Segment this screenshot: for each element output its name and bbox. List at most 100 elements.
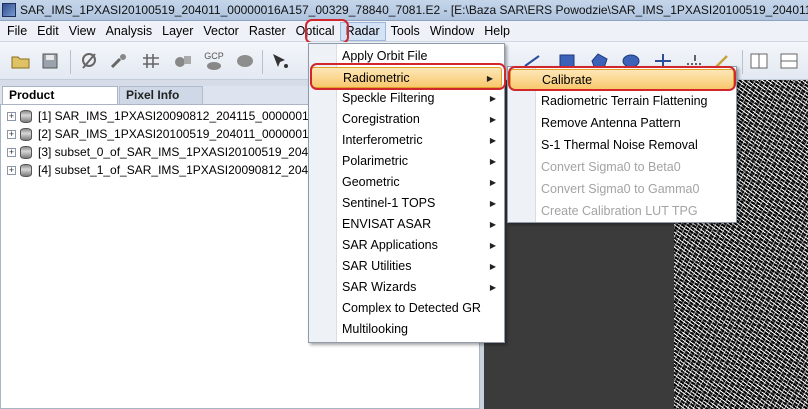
menu-item-label: Apply Orbit File — [342, 49, 428, 63]
toolbar-separator — [742, 50, 743, 74]
menu-item-sar-applications[interactable]: SAR Applications ▶ — [309, 235, 504, 256]
window-title: SAR_IMS_1PXASI20100519_204011_00000016A1… — [20, 3, 808, 17]
menu-tools[interactable]: Tools — [386, 22, 425, 41]
menu-item-apply-orbit-file[interactable]: Apply Orbit File — [309, 46, 504, 67]
submenu-arrow-icon: ▶ — [489, 178, 496, 187]
menu-layer[interactable]: Layer — [157, 22, 198, 41]
menu-item-polarimetric[interactable]: Polarimetric ▶ — [309, 151, 504, 172]
app-icon — [2, 3, 16, 17]
menu-item-label: Radiometric Terrain Flattening — [541, 94, 708, 108]
expand-icon[interactable]: + — [7, 165, 16, 175]
menu-item-interferometric[interactable]: Interferometric ▶ — [309, 130, 504, 151]
submenu-arrow-icon: ▶ — [486, 74, 493, 83]
menu-item-label: SAR Wizards — [342, 280, 417, 294]
expand-icon[interactable]: + — [7, 147, 16, 157]
radar-menu: Apply Orbit File Radiometric ▶ Speckle Fi… — [308, 43, 505, 343]
menu-radar[interactable]: Radar — [339, 21, 386, 41]
menu-item-label: Radiometric — [343, 71, 410, 85]
select-tool-icon[interactable] — [270, 50, 292, 72]
menu-item-label: Coregistration — [342, 112, 420, 126]
menu-item-label: Convert Sigma0 to Beta0 — [541, 160, 681, 174]
submenu-arrow-icon: ▶ — [489, 262, 496, 271]
menu-item-label: SAR Applications — [342, 238, 438, 252]
product-label: [2] SAR_IMS_1PXASI20100519_204011_000000… — [38, 127, 331, 141]
open-folder-icon[interactable] — [10, 50, 32, 72]
menu-analysis[interactable]: Analysis — [101, 22, 158, 41]
menu-raster[interactable]: Raster — [244, 22, 291, 41]
product-label: [1] SAR_IMS_1PXASI20090812_204115_000000… — [38, 109, 331, 123]
product-label: [4] subset_1_of_SAR_IMS_1PXASI20090812_2… — [38, 163, 328, 177]
submenu-arrow-icon: ▶ — [489, 136, 496, 145]
tile-horizontal-icon[interactable] — [778, 50, 800, 72]
pin-icon[interactable] — [78, 50, 100, 72]
magic-wand-icon[interactable] — [108, 50, 130, 72]
list-item[interactable]: + [1] SAR_IMS_1PXASI20090812_204115_0000… — [1, 107, 330, 125]
menu-item-remove-antenna-pattern[interactable]: Remove Antenna Pattern — [508, 113, 736, 134]
expand-icon[interactable]: + — [7, 129, 16, 139]
menu-item-label: ENVISAT ASAR — [342, 217, 432, 231]
menu-item-sar-wizards[interactable]: SAR Wizards ▶ — [309, 277, 504, 298]
menu-window[interactable]: Window — [425, 22, 479, 41]
database-icon — [20, 163, 32, 177]
tab-pixel-info[interactable]: Pixel Info — [119, 86, 203, 104]
menu-edit[interactable]: Edit — [32, 22, 64, 41]
menu-item-s1-thermal-noise-removal[interactable]: S-1 Thermal Noise Removal — [508, 135, 736, 156]
toolbar-separator — [262, 50, 263, 74]
submenu-arrow-icon: ▶ — [489, 283, 496, 292]
menu-item-multilooking[interactable]: Multilooking — [309, 319, 504, 340]
tab-product-explorer[interactable]: Product Explorer× — [2, 86, 118, 119]
menu-bar: File Edit View Analysis Layer Vector Ras… — [0, 21, 808, 42]
tile-vertical-icon[interactable] — [748, 50, 770, 72]
menu-item-label: Sentinel-1 TOPS — [342, 196, 436, 210]
menu-item-label: SAR Utilities — [342, 259, 412, 273]
gcp-label: GCP — [204, 50, 224, 61]
gcp-tool-icon[interactable]: GCP — [200, 50, 228, 72]
database-icon — [20, 145, 32, 159]
menu-item-convert-sigma0-to-gamma0: Convert Sigma0 to Gamma0 — [508, 179, 736, 200]
menu-item-label: Remove Antenna Pattern — [541, 116, 681, 130]
submenu-arrow-icon: ▶ — [489, 115, 496, 124]
toolbar-separator — [70, 50, 71, 74]
menu-item-coregistration[interactable]: Coregistration ▶ — [309, 109, 504, 130]
menu-item-radiometric[interactable]: Radiometric ▶ — [311, 67, 502, 88]
tab-pixel-info-label: Pixel Info — [126, 88, 180, 102]
submenu-arrow-icon: ▶ — [489, 241, 496, 250]
expand-icon[interactable]: + — [7, 111, 16, 121]
menu-item-label: Complex to Detected GR — [342, 301, 481, 315]
menu-view[interactable]: View — [64, 22, 101, 41]
list-item[interactable]: + [3] subset_0_of_SAR_IMS_1PXASI20100519… — [1, 143, 327, 161]
menu-item-create-calibration-lut-tpg: Create Calibration LUT TPG — [508, 201, 736, 222]
menu-file[interactable]: File — [2, 22, 32, 41]
submenu-arrow-icon: ▶ — [489, 199, 496, 208]
menu-optical[interactable]: Optical — [291, 22, 340, 41]
list-item[interactable]: + [2] SAR_IMS_1PXASI20100519_204011_0000… — [1, 125, 330, 143]
menu-help[interactable]: Help — [479, 22, 515, 41]
gcp-manager-icon[interactable] — [234, 50, 256, 72]
menu-item-speckle-filtering[interactable]: Speckle Filtering ▶ — [309, 88, 504, 109]
grid-icon[interactable] — [140, 50, 162, 72]
menu-item-complex-to-detected-gr[interactable]: Complex to Detected GR — [309, 298, 504, 319]
range-finder-icon[interactable] — [172, 50, 194, 72]
submenu-arrow-icon: ▶ — [489, 157, 496, 166]
menu-item-sar-utilities[interactable]: SAR Utilities ▶ — [309, 256, 504, 277]
menu-item-calibrate[interactable]: Calibrate — [510, 69, 734, 90]
database-icon — [20, 127, 32, 141]
menu-item-sentinel-1-tops[interactable]: Sentinel-1 TOPS ▶ — [309, 193, 504, 214]
list-item[interactable]: + [4] subset_1_of_SAR_IMS_1PXASI20090812… — [1, 161, 327, 179]
menu-item-label: Geometric — [342, 175, 400, 189]
menu-item-label: Polarimetric — [342, 154, 408, 168]
submenu-arrow-icon: ▶ — [489, 94, 496, 103]
menu-vector[interactable]: Vector — [198, 22, 243, 41]
title-bar: SAR_IMS_1PXASI20100519_204011_00000016A1… — [0, 0, 808, 21]
menu-item-geometric[interactable]: Geometric ▶ — [309, 172, 504, 193]
menu-item-label: S-1 Thermal Noise Removal — [541, 138, 698, 152]
menu-item-label: Calibrate — [542, 73, 593, 87]
menu-item-envisat-asar[interactable]: ENVISAT ASAR ▶ — [309, 214, 504, 235]
menu-item-convert-sigma0-to-beta0: Convert Sigma0 to Beta0 — [508, 157, 736, 178]
menu-item-radiometric-terrain-flattening[interactable]: Radiometric Terrain Flattening — [508, 91, 736, 112]
save-product-icon[interactable] — [40, 50, 62, 72]
product-label: [3] subset_0_of_SAR_IMS_1PXASI20100519_2… — [38, 145, 328, 159]
menu-item-label: Multilooking — [342, 322, 409, 336]
submenu-arrow-icon: ▶ — [489, 220, 496, 229]
menu-item-label: Interferometric — [342, 133, 423, 147]
